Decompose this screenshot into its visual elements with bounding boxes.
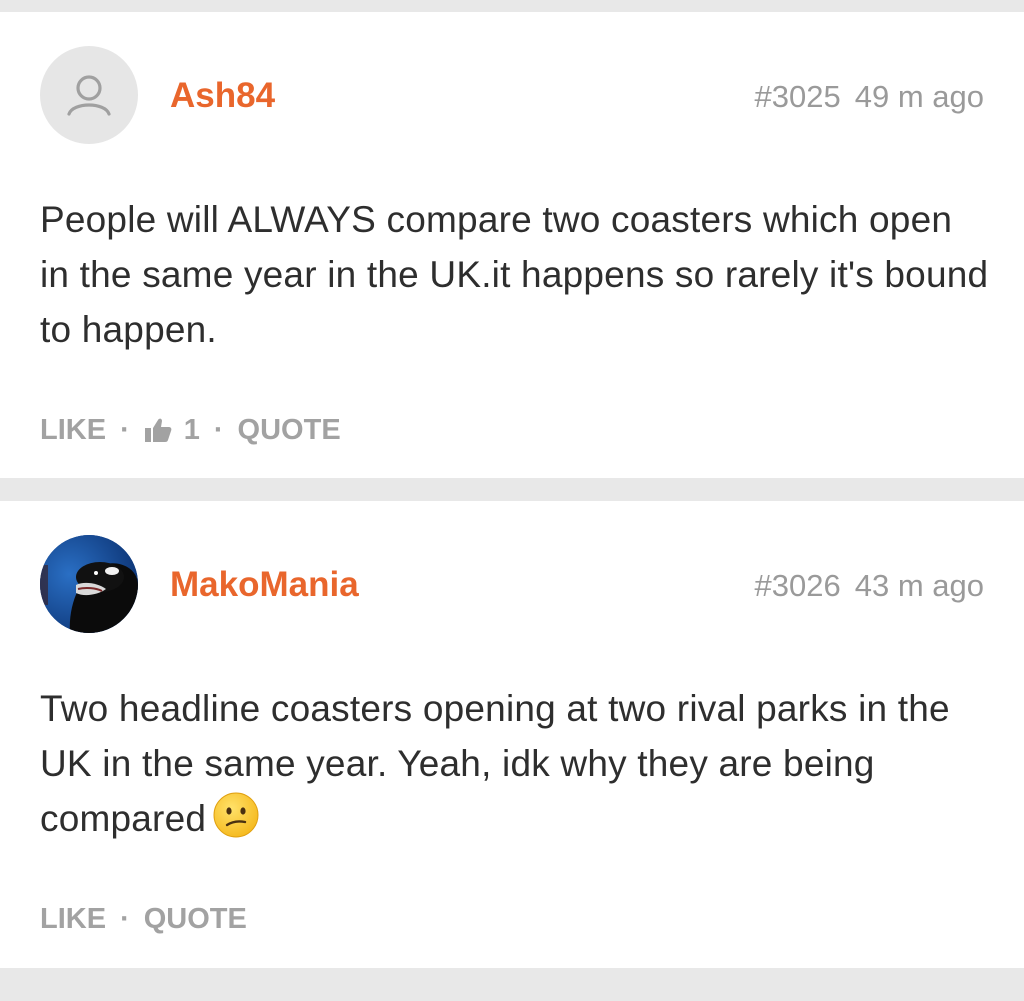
default-user-icon (67, 75, 111, 116)
post-number-link[interactable]: #3026 (755, 568, 841, 603)
post-meta: #3026 43 m ago (755, 567, 984, 605)
forum-thread: Ash84 #3025 49 m ago People will ALWAYS c… (0, 0, 1024, 1001)
post-body-text: Two headline coasters opening at two riv… (40, 688, 950, 839)
post-timestamp: 43 m ago (854, 568, 984, 603)
post-actions: LIKE · QUOTE (40, 901, 247, 937)
forum-post: Ash84 #3025 49 m ago People will ALWAYS c… (0, 12, 1024, 478)
quote-button[interactable]: QUOTE (238, 412, 341, 448)
thumbs-up-icon (144, 418, 172, 442)
separator-dot: · (213, 414, 224, 446)
like-button[interactable]: LIKE (40, 901, 106, 937)
forum-post: MakoMania #3026 43 m ago Two headline coa… (0, 501, 1024, 968)
username-link[interactable]: Ash84 (170, 76, 275, 116)
avatar[interactable] (40, 535, 138, 633)
post-meta: #3025 49 m ago (755, 78, 984, 116)
like-count[interactable]: 1 (144, 412, 200, 448)
post-actions: LIKE · 1 · QUOTE (40, 412, 341, 448)
confused-face-emoji (213, 792, 259, 838)
post-body: Two headline coasters opening at two riv… (40, 681, 990, 846)
username-link[interactable]: MakoMania (170, 565, 359, 605)
post-number-link[interactable]: #3025 (755, 79, 841, 114)
post-body: People will ALWAYS compare two coasters … (40, 199, 989, 350)
like-button[interactable]: LIKE (40, 412, 106, 448)
avatar[interactable] (40, 46, 138, 144)
separator-dot: · (120, 414, 130, 446)
separator-dot: · (120, 903, 130, 935)
quote-button[interactable]: QUOTE (144, 901, 247, 937)
like-count-value: 1 (183, 414, 200, 446)
orca-photo (40, 535, 138, 633)
post-timestamp: 49 m ago (854, 79, 984, 114)
